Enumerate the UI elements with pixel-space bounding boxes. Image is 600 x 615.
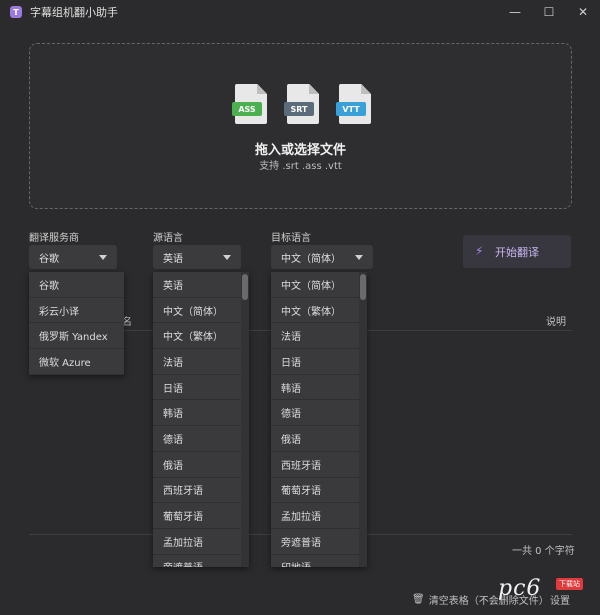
chevron-down-icon — [223, 255, 231, 260]
vtt-file-icon: VTT — [336, 84, 371, 124]
close-button[interactable]: ✕ — [566, 0, 600, 24]
provider-select-value: 谷歌 — [39, 253, 59, 265]
app-icon: T — [10, 6, 22, 18]
vtt-tag: VTT — [336, 102, 366, 116]
bolt-icon: ⚡ — [475, 244, 484, 258]
target-option[interactable]: 韩语 — [271, 375, 367, 401]
drop-subtitle: 支持 .srt .ass .vtt — [259, 161, 342, 172]
window-title: 字幕组机翻小助手 — [30, 6, 118, 19]
scrollbar-thumb[interactable] — [242, 274, 248, 300]
target-select-value: 中文（简体） — [281, 253, 341, 265]
target-option[interactable]: 孟加拉语 — [271, 503, 367, 529]
provider-label: 翻译服务商 — [29, 233, 79, 244]
file-type-icons: ASS SRT VTT — [232, 84, 371, 124]
title-bar: T 字幕组机翻小助手 — ☐ ✕ — [0, 0, 600, 24]
source-option[interactable]: 中文（繁体） — [153, 323, 249, 350]
source-select-value: 英语 — [163, 253, 183, 265]
target-option[interactable]: 俄语 — [271, 426, 367, 452]
target-option[interactable]: 法语 — [271, 323, 367, 350]
watermark-logo: pc6 下载站 — [498, 576, 598, 612]
watermark-text: pc6 — [498, 576, 542, 601]
target-language-dropdown-menu: 中文（简体） 中文（繁体） 法语 日语 韩语 德语 俄语 西班牙语 葡萄牙语 孟… — [271, 272, 367, 567]
target-dropdown-scrollbar[interactable] — [359, 272, 367, 567]
target-option[interactable]: 印地语 — [271, 555, 367, 567]
target-option[interactable]: 日语 — [271, 349, 367, 375]
source-option[interactable]: 俄语 — [153, 452, 249, 478]
trash-icon: 🗑 — [412, 594, 425, 605]
provider-option[interactable]: 俄罗斯 Yandex — [29, 323, 124, 350]
provider-select[interactable]: 谷歌 — [29, 245, 117, 269]
column-description-header: 说明 — [546, 317, 566, 328]
provider-option[interactable]: 谷歌 — [29, 272, 124, 298]
target-language-select[interactable]: 中文（简体） — [271, 245, 373, 269]
chevron-down-icon — [355, 255, 363, 260]
watermark-badge: 下载站 — [556, 578, 583, 590]
window-controls: — ☐ ✕ — [498, 0, 600, 24]
drop-title: 拖入或选择文件 — [254, 143, 346, 158]
target-option[interactable]: 中文（繁体） — [271, 298, 367, 324]
source-language-select[interactable]: 英语 — [153, 245, 241, 269]
source-option[interactable]: 英语 — [153, 272, 249, 298]
chevron-down-icon — [99, 255, 107, 260]
source-option[interactable]: 韩语 — [153, 400, 249, 427]
maximize-button[interactable]: ☐ — [532, 0, 566, 24]
file-drop-zone[interactable]: ASS SRT VTT 拖入或选择文件 支持 .srt .ass .vtt — [29, 43, 572, 209]
source-option[interactable]: 中文（简体） — [153, 298, 249, 324]
provider-dropdown-menu: 谷歌 彩云小译 俄罗斯 Yandex 微软 Azure — [29, 272, 124, 375]
ass-tag: ASS — [232, 102, 262, 116]
minimize-button[interactable]: — — [498, 0, 532, 24]
target-option[interactable]: 葡萄牙语 — [271, 478, 367, 504]
source-option[interactable]: 葡萄牙语 — [153, 503, 249, 529]
source-dropdown-scrollbar[interactable] — [241, 272, 249, 567]
scrollbar-thumb[interactable] — [360, 274, 366, 300]
source-option[interactable]: 法语 — [153, 349, 249, 375]
character-count: 一共 0 个字符 — [512, 546, 575, 557]
source-option[interactable]: 孟加拉语 — [153, 529, 249, 555]
target-language-label: 目标语言 — [271, 233, 311, 244]
start-translate-label: 开始翻译 — [495, 245, 539, 259]
source-option[interactable]: 德语 — [153, 426, 249, 452]
srt-tag: SRT — [284, 102, 314, 116]
start-translate-button[interactable]: ⚡ 开始翻译 — [463, 235, 571, 268]
srt-file-icon: SRT — [284, 84, 319, 124]
target-option[interactable]: 中文（简体） — [271, 272, 367, 298]
source-option[interactable]: 日语 — [153, 375, 249, 401]
source-option[interactable]: 西班牙语 — [153, 478, 249, 504]
provider-option[interactable]: 微软 Azure — [29, 349, 124, 375]
provider-option[interactable]: 彩云小译 — [29, 298, 124, 324]
target-option[interactable]: 德语 — [271, 400, 367, 427]
target-option[interactable]: 西班牙语 — [271, 452, 367, 478]
source-option[interactable]: 旁遮普语 — [153, 555, 249, 567]
source-language-dropdown-menu: 英语 中文（简体） 中文（繁体） 法语 日语 韩语 德语 俄语 西班牙语 葡萄牙… — [153, 272, 249, 567]
target-option[interactable]: 旁遮普语 — [271, 529, 367, 555]
ass-file-icon: ASS — [232, 84, 267, 124]
source-language-label: 源语言 — [153, 233, 183, 244]
